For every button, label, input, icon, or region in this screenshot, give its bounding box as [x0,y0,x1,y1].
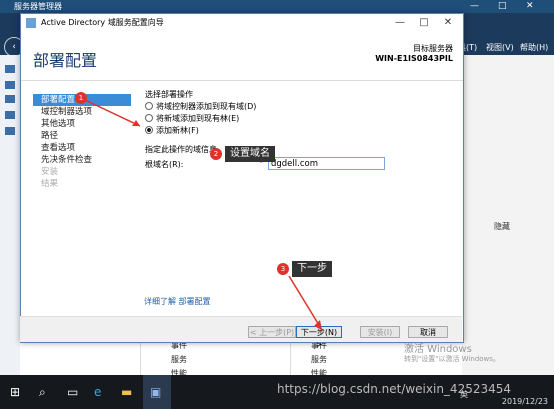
file-explorer-icon[interactable]: ▬ [121,385,132,399]
server-manager-taskbar-icon[interactable]: ▣ [150,385,161,399]
start-icon[interactable]: ⊞ [10,385,20,399]
ime-indicator[interactable]: 英 [460,389,468,400]
annotation-arrow-1 [84,99,141,127]
ie-icon[interactable]: e [94,385,101,399]
annotation-arrow-3 [288,275,323,331]
annotation-arrowhead-3 [314,320,322,330]
task-view-icon[interactable]: ▭ [67,385,78,399]
search-icon[interactable]: ⌕ [39,385,46,400]
blog-url-watermark: https://blog.csdn.net/weixin_42523454 [277,382,512,396]
annotation-tip-next: 下一步 [292,261,332,277]
annotation-arrows [84,99,323,331]
taskbar-date: 2019/12/23 [501,397,548,406]
annotation-tip-set-domain: 设置域名 [225,146,275,162]
annotation-badge-3: 3 [277,263,289,275]
annotation-badge-2: 2 [210,148,222,160]
